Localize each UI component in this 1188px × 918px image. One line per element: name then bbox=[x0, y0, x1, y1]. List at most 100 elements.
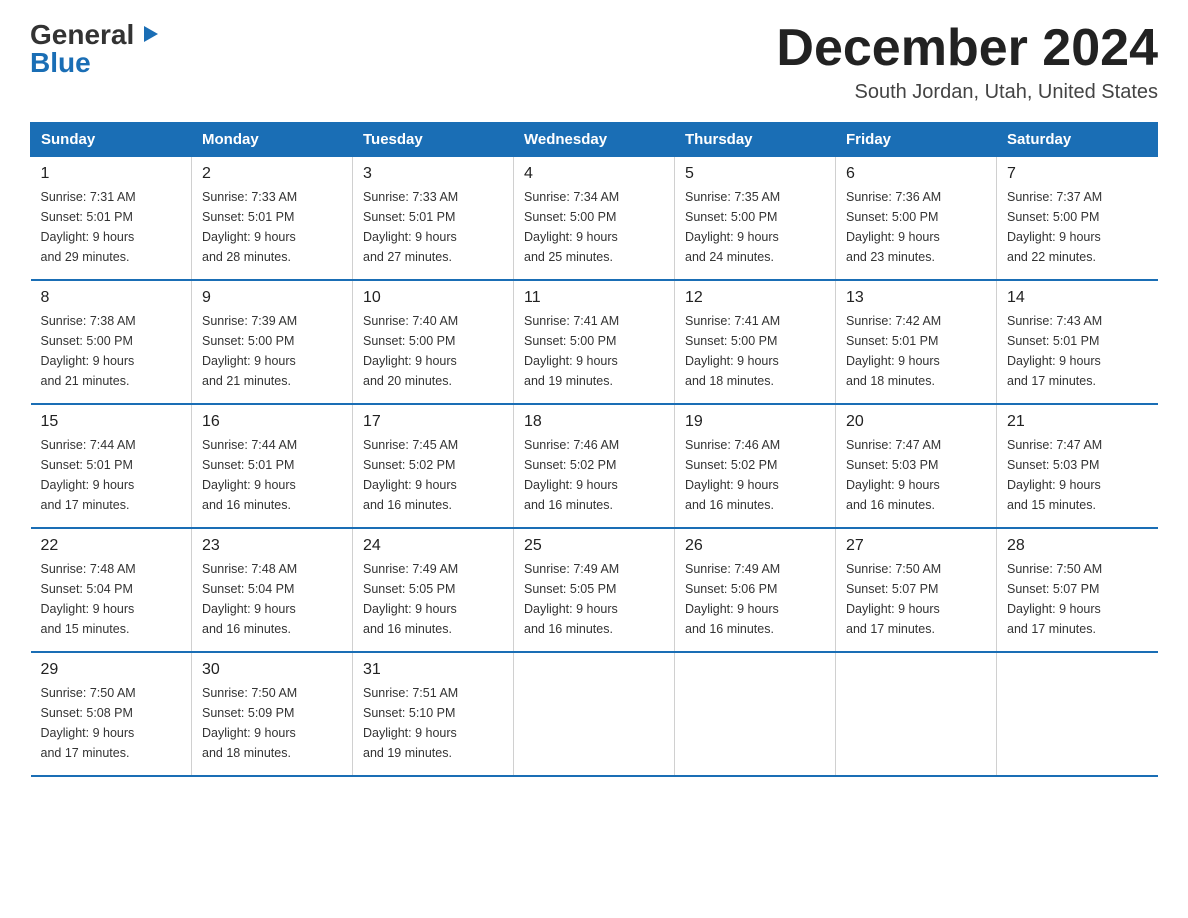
calendar-cell: 18 Sunrise: 7:46 AM Sunset: 5:02 PM Dayl… bbox=[514, 404, 675, 528]
calendar-cell: 13 Sunrise: 7:42 AM Sunset: 5:01 PM Dayl… bbox=[836, 280, 997, 404]
day-info: Sunrise: 7:31 AM Sunset: 5:01 PM Dayligh… bbox=[41, 187, 182, 267]
day-number: 11 bbox=[524, 289, 664, 307]
col-wednesday: Wednesday bbox=[514, 123, 675, 157]
logo-blue: Blue bbox=[30, 49, 91, 77]
col-friday: Friday bbox=[836, 123, 997, 157]
day-info: Sunrise: 7:33 AM Sunset: 5:01 PM Dayligh… bbox=[202, 187, 342, 267]
day-number: 13 bbox=[846, 289, 986, 307]
day-number: 14 bbox=[1007, 289, 1148, 307]
calendar-cell: 28 Sunrise: 7:50 AM Sunset: 5:07 PM Dayl… bbox=[997, 528, 1158, 652]
day-info: Sunrise: 7:33 AM Sunset: 5:01 PM Dayligh… bbox=[363, 187, 503, 267]
calendar-cell: 20 Sunrise: 7:47 AM Sunset: 5:03 PM Dayl… bbox=[836, 404, 997, 528]
calendar-cell bbox=[675, 652, 836, 776]
col-monday: Monday bbox=[192, 123, 353, 157]
location-title: South Jordan, Utah, United States bbox=[776, 81, 1158, 104]
day-info: Sunrise: 7:39 AM Sunset: 5:00 PM Dayligh… bbox=[202, 311, 342, 391]
day-number: 1 bbox=[41, 165, 182, 183]
calendar-cell: 30 Sunrise: 7:50 AM Sunset: 5:09 PM Dayl… bbox=[192, 652, 353, 776]
month-title: December 2024 bbox=[776, 20, 1158, 77]
calendar-cell: 27 Sunrise: 7:50 AM Sunset: 5:07 PM Dayl… bbox=[836, 528, 997, 652]
calendar-cell: 22 Sunrise: 7:48 AM Sunset: 5:04 PM Dayl… bbox=[31, 528, 192, 652]
calendar-cell: 26 Sunrise: 7:49 AM Sunset: 5:06 PM Dayl… bbox=[675, 528, 836, 652]
day-number: 28 bbox=[1007, 537, 1148, 555]
day-info: Sunrise: 7:34 AM Sunset: 5:00 PM Dayligh… bbox=[524, 187, 664, 267]
calendar-cell: 25 Sunrise: 7:49 AM Sunset: 5:05 PM Dayl… bbox=[514, 528, 675, 652]
day-number: 19 bbox=[685, 413, 825, 431]
day-number: 26 bbox=[685, 537, 825, 555]
day-info: Sunrise: 7:48 AM Sunset: 5:04 PM Dayligh… bbox=[41, 559, 182, 639]
calendar-cell: 11 Sunrise: 7:41 AM Sunset: 5:00 PM Dayl… bbox=[514, 280, 675, 404]
day-info: Sunrise: 7:48 AM Sunset: 5:04 PM Dayligh… bbox=[202, 559, 342, 639]
day-number: 12 bbox=[685, 289, 825, 307]
calendar-week-row: 29 Sunrise: 7:50 AM Sunset: 5:08 PM Dayl… bbox=[31, 652, 1158, 776]
calendar-cell: 24 Sunrise: 7:49 AM Sunset: 5:05 PM Dayl… bbox=[353, 528, 514, 652]
day-info: Sunrise: 7:51 AM Sunset: 5:10 PM Dayligh… bbox=[363, 683, 503, 763]
day-number: 6 bbox=[846, 165, 986, 183]
day-number: 4 bbox=[524, 165, 664, 183]
calendar-cell: 23 Sunrise: 7:48 AM Sunset: 5:04 PM Dayl… bbox=[192, 528, 353, 652]
calendar-cell: 19 Sunrise: 7:46 AM Sunset: 5:02 PM Dayl… bbox=[675, 404, 836, 528]
day-number: 3 bbox=[363, 165, 503, 183]
day-number: 21 bbox=[1007, 413, 1148, 431]
day-number: 9 bbox=[202, 289, 342, 307]
day-info: Sunrise: 7:38 AM Sunset: 5:00 PM Dayligh… bbox=[41, 311, 182, 391]
logo: General Blue bbox=[30, 20, 162, 77]
day-info: Sunrise: 7:44 AM Sunset: 5:01 PM Dayligh… bbox=[202, 435, 342, 515]
calendar-cell: 16 Sunrise: 7:44 AM Sunset: 5:01 PM Dayl… bbox=[192, 404, 353, 528]
calendar-cell bbox=[514, 652, 675, 776]
day-number: 5 bbox=[685, 165, 825, 183]
day-number: 30 bbox=[202, 661, 342, 679]
day-info: Sunrise: 7:45 AM Sunset: 5:02 PM Dayligh… bbox=[363, 435, 503, 515]
day-info: Sunrise: 7:41 AM Sunset: 5:00 PM Dayligh… bbox=[685, 311, 825, 391]
calendar-week-row: 1 Sunrise: 7:31 AM Sunset: 5:01 PM Dayli… bbox=[31, 157, 1158, 281]
calendar-cell: 4 Sunrise: 7:34 AM Sunset: 5:00 PM Dayli… bbox=[514, 157, 675, 281]
logo-triangle-icon bbox=[140, 22, 162, 44]
day-number: 7 bbox=[1007, 165, 1148, 183]
calendar-cell: 8 Sunrise: 7:38 AM Sunset: 5:00 PM Dayli… bbox=[31, 280, 192, 404]
calendar-cell: 1 Sunrise: 7:31 AM Sunset: 5:01 PM Dayli… bbox=[31, 157, 192, 281]
day-number: 18 bbox=[524, 413, 664, 431]
day-info: Sunrise: 7:50 AM Sunset: 5:09 PM Dayligh… bbox=[202, 683, 342, 763]
calendar-cell: 9 Sunrise: 7:39 AM Sunset: 5:00 PM Dayli… bbox=[192, 280, 353, 404]
day-number: 25 bbox=[524, 537, 664, 555]
calendar-week-row: 8 Sunrise: 7:38 AM Sunset: 5:00 PM Dayli… bbox=[31, 280, 1158, 404]
calendar-cell: 17 Sunrise: 7:45 AM Sunset: 5:02 PM Dayl… bbox=[353, 404, 514, 528]
day-info: Sunrise: 7:50 AM Sunset: 5:07 PM Dayligh… bbox=[846, 559, 986, 639]
calendar-cell: 29 Sunrise: 7:50 AM Sunset: 5:08 PM Dayl… bbox=[31, 652, 192, 776]
day-info: Sunrise: 7:47 AM Sunset: 5:03 PM Dayligh… bbox=[846, 435, 986, 515]
day-number: 16 bbox=[202, 413, 342, 431]
page-header: General Blue December 2024 South Jordan,… bbox=[30, 20, 1158, 104]
calendar-cell: 6 Sunrise: 7:36 AM Sunset: 5:00 PM Dayli… bbox=[836, 157, 997, 281]
day-info: Sunrise: 7:49 AM Sunset: 5:05 PM Dayligh… bbox=[363, 559, 503, 639]
calendar-cell bbox=[836, 652, 997, 776]
calendar-cell: 3 Sunrise: 7:33 AM Sunset: 5:01 PM Dayli… bbox=[353, 157, 514, 281]
logo-general: General bbox=[30, 21, 134, 49]
day-info: Sunrise: 7:36 AM Sunset: 5:00 PM Dayligh… bbox=[846, 187, 986, 267]
calendar-cell: 14 Sunrise: 7:43 AM Sunset: 5:01 PM Dayl… bbox=[997, 280, 1158, 404]
day-info: Sunrise: 7:41 AM Sunset: 5:00 PM Dayligh… bbox=[524, 311, 664, 391]
title-block: December 2024 South Jordan, Utah, United… bbox=[776, 20, 1158, 104]
calendar-cell bbox=[997, 652, 1158, 776]
day-number: 15 bbox=[41, 413, 182, 431]
day-number: 22 bbox=[41, 537, 182, 555]
day-info: Sunrise: 7:50 AM Sunset: 5:08 PM Dayligh… bbox=[41, 683, 182, 763]
day-number: 17 bbox=[363, 413, 503, 431]
calendar-week-row: 22 Sunrise: 7:48 AM Sunset: 5:04 PM Dayl… bbox=[31, 528, 1158, 652]
calendar-table: Sunday Monday Tuesday Wednesday Thursday… bbox=[30, 122, 1158, 777]
day-number: 31 bbox=[363, 661, 503, 679]
calendar-week-row: 15 Sunrise: 7:44 AM Sunset: 5:01 PM Dayl… bbox=[31, 404, 1158, 528]
calendar-cell: 21 Sunrise: 7:47 AM Sunset: 5:03 PM Dayl… bbox=[997, 404, 1158, 528]
day-number: 10 bbox=[363, 289, 503, 307]
day-info: Sunrise: 7:44 AM Sunset: 5:01 PM Dayligh… bbox=[41, 435, 182, 515]
col-tuesday: Tuesday bbox=[353, 123, 514, 157]
calendar-cell: 31 Sunrise: 7:51 AM Sunset: 5:10 PM Dayl… bbox=[353, 652, 514, 776]
day-number: 20 bbox=[846, 413, 986, 431]
calendar-cell: 15 Sunrise: 7:44 AM Sunset: 5:01 PM Dayl… bbox=[31, 404, 192, 528]
day-number: 23 bbox=[202, 537, 342, 555]
day-info: Sunrise: 7:43 AM Sunset: 5:01 PM Dayligh… bbox=[1007, 311, 1148, 391]
day-info: Sunrise: 7:42 AM Sunset: 5:01 PM Dayligh… bbox=[846, 311, 986, 391]
day-info: Sunrise: 7:35 AM Sunset: 5:00 PM Dayligh… bbox=[685, 187, 825, 267]
calendar-cell: 5 Sunrise: 7:35 AM Sunset: 5:00 PM Dayli… bbox=[675, 157, 836, 281]
col-saturday: Saturday bbox=[997, 123, 1158, 157]
day-number: 24 bbox=[363, 537, 503, 555]
